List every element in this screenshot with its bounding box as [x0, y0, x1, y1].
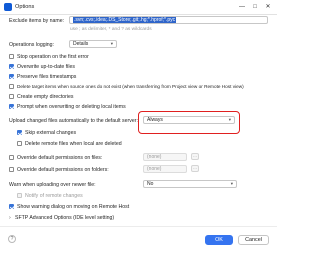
chevron-down-icon: ▾: [228, 117, 231, 122]
override-files-label: Override default permissions on files:: [17, 155, 103, 161]
checkbox-icon: [9, 167, 14, 173]
preserve-timestamps-label: Preserve files timestamps: [17, 74, 77, 80]
chevron-down-icon: ▾: [230, 181, 233, 186]
checkbox-icon: [17, 141, 22, 147]
preserve-timestamps-checkbox[interactable]: Preserve files timestamps: [9, 74, 76, 80]
delete-target-label: Delete target items when source ones do …: [17, 84, 244, 89]
warn-overwrite-label: Warn when uploading over newer file:: [9, 182, 96, 188]
prompt-overwrite-checkbox[interactable]: Prompt when overwriting or deleting loca…: [9, 104, 126, 110]
folders-permissions-input[interactable]: (none): [143, 165, 187, 173]
exclude-value: .svn;.cvs;.idea;.DS_Store;.git;.hg;*.hpr…: [73, 17, 177, 23]
warn-overwrite-value: No: [147, 181, 154, 187]
checkbox-checked-icon: [9, 204, 14, 210]
checkbox-checked-icon: [9, 74, 14, 80]
delete-remote-checkbox[interactable]: Delete remote files when local are delet…: [17, 141, 122, 147]
overwrite-uptodate-checkbox[interactable]: Overwrite up-to-date files: [9, 64, 75, 70]
override-folders-checkbox[interactable]: Override default permissions on folders:: [9, 167, 109, 173]
exclude-label: Exclude items by name:: [9, 18, 65, 24]
delete-target-checkbox[interactable]: Delete target items when source ones do …: [9, 84, 244, 90]
notify-remote-label: Notify of remote changes: [25, 193, 83, 199]
upload-changed-select[interactable]: Always ▾: [143, 116, 235, 124]
checkbox-icon: [9, 94, 14, 100]
ok-button[interactable]: OK: [205, 235, 233, 245]
files-permissions-value: (none): [147, 154, 162, 160]
title-bar: Options — □ ✕: [0, 0, 277, 15]
override-folders-label: Override default permissions on folders:: [17, 167, 109, 173]
exclude-input[interactable]: .svn;.cvs;.idea;.DS_Store;.git;.hg;*.hpr…: [69, 16, 268, 24]
minimize-icon[interactable]: —: [237, 2, 247, 12]
folders-permissions-browse-button[interactable]: ...: [191, 165, 199, 172]
operations-logging-select[interactable]: Details ▾: [69, 40, 117, 48]
footer-divider: [0, 226, 277, 227]
folders-permissions-value: (none): [147, 166, 162, 172]
upload-changed-label: Upload changed files automatically to th…: [9, 118, 138, 124]
app-icon: [4, 3, 12, 11]
overwrite-uptodate-label: Overwrite up-to-date files: [17, 64, 75, 70]
warn-overwrite-select[interactable]: No ▾: [143, 180, 237, 188]
window-title: Options: [15, 4, 35, 10]
stop-on-error-checkbox[interactable]: Stop operation on the first error: [9, 54, 89, 60]
help-icon[interactable]: ?: [8, 235, 16, 243]
checkbox-checked-icon: [17, 130, 22, 136]
checkbox-icon: [17, 193, 22, 199]
files-permissions-input[interactable]: (none): [143, 153, 187, 161]
sftp-advanced-label: SFTP Advanced Options (IDE level setting…: [15, 215, 115, 221]
close-icon[interactable]: ✕: [263, 2, 273, 12]
checkbox-icon: [9, 54, 14, 60]
maximize-icon[interactable]: □: [250, 2, 260, 12]
operations-logging-label: Operations logging:: [9, 42, 54, 48]
checkbox-icon: [9, 84, 14, 90]
create-empty-dirs-checkbox[interactable]: Create empty directories: [9, 94, 74, 100]
checkbox-checked-icon: [9, 64, 14, 70]
show-warning-label: Show warning dialog on moving on Remote …: [17, 204, 130, 210]
show-warning-checkbox[interactable]: Show warning dialog on moving on Remote …: [9, 204, 129, 210]
exclude-hint: use ; as delimiter, * and ? as wildcards: [70, 27, 152, 32]
files-permissions-browse-button[interactable]: ...: [191, 153, 199, 160]
skip-external-label: Skip external changes: [25, 130, 77, 136]
prompt-overwrite-label: Prompt when overwriting or deleting loca…: [17, 104, 126, 110]
override-files-checkbox[interactable]: Override default permissions on files:: [9, 155, 102, 161]
cancel-button[interactable]: Cancel: [238, 235, 269, 245]
checkbox-checked-icon: [9, 104, 14, 110]
sftp-advanced-toggle[interactable]: › SFTP Advanced Options (IDE level settin…: [9, 215, 114, 221]
notify-remote-checkbox[interactable]: Notify of remote changes: [17, 193, 83, 199]
operations-logging-value: Details: [73, 41, 89, 47]
create-empty-dirs-label: Create empty directories: [17, 94, 74, 100]
delete-remote-label: Delete remote files when local are delet…: [25, 141, 122, 147]
upload-changed-value: Always: [147, 117, 163, 123]
checkbox-icon: [9, 155, 14, 161]
chevron-down-icon: ▾: [110, 41, 113, 46]
stop-on-error-label: Stop operation on the first error: [17, 54, 89, 60]
skip-external-checkbox[interactable]: Skip external changes: [17, 130, 76, 136]
